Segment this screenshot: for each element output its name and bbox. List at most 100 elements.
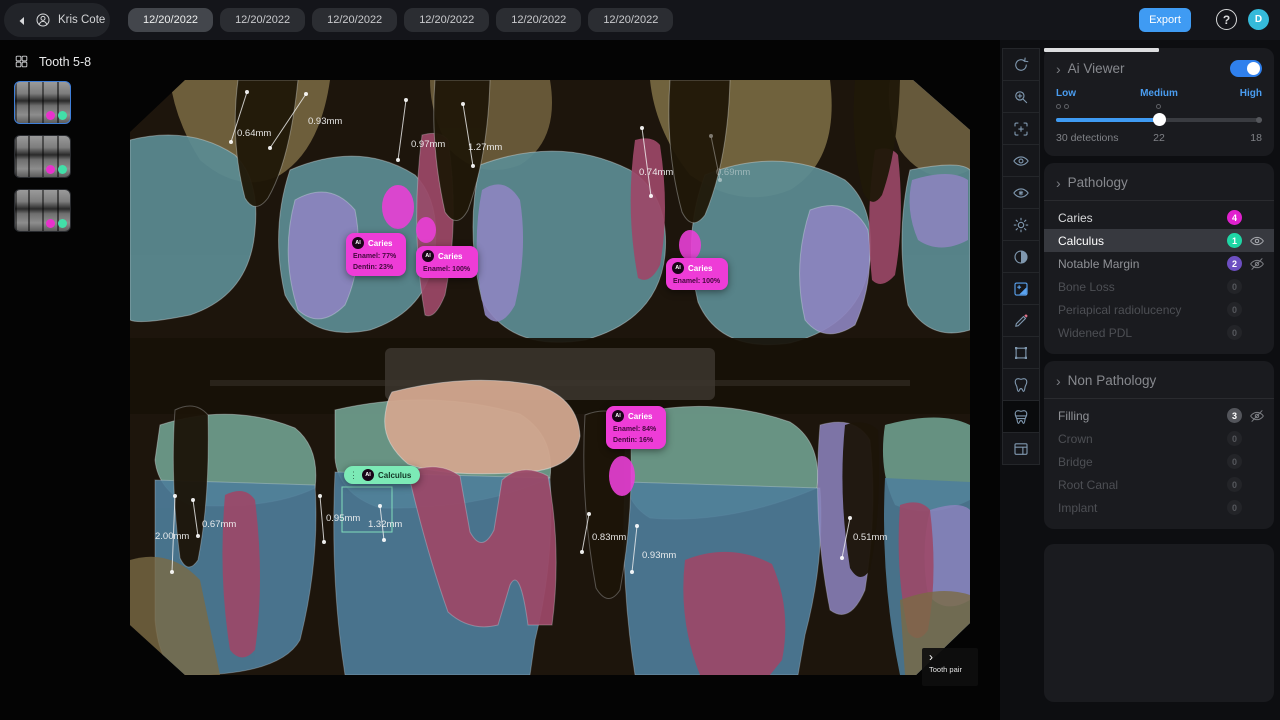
zoom-in-tool-button[interactable] bbox=[1002, 80, 1040, 113]
fit-expand-tool-button[interactable] bbox=[1002, 112, 1040, 145]
non-pathology-row-implant[interactable]: Implant0 bbox=[1044, 496, 1274, 519]
sensitivity-levels: LowMediumHigh bbox=[1056, 88, 1262, 109]
slider-track[interactable] bbox=[1056, 118, 1262, 122]
pathology-row-widened-pdl[interactable]: Widened PDL0 bbox=[1044, 321, 1274, 344]
drag-handle-icon[interactable]: ⋮ bbox=[349, 471, 358, 480]
svg-text:0.74mm: 0.74mm bbox=[639, 167, 673, 178]
detection-detail: Enamel: 84% bbox=[612, 426, 658, 433]
count-badge: 0 bbox=[1227, 325, 1242, 340]
detection-label-caries[interactable]: AICariesEnamel: 100% bbox=[416, 246, 478, 278]
visibility-off-icon[interactable] bbox=[1249, 256, 1266, 271]
calculus-dot-indicator bbox=[58, 165, 67, 174]
pathology-row-calculus[interactable]: Calculus1 bbox=[1044, 229, 1274, 252]
exposure-tool-button[interactable] bbox=[1002, 272, 1040, 305]
visibility-on-icon[interactable] bbox=[1249, 233, 1266, 248]
detection-label-caries[interactable]: AICariesEnamel: 84%Dentin: 16% bbox=[606, 406, 666, 449]
detection-label-calculus[interactable]: ⋮AICalculus bbox=[344, 466, 420, 484]
svg-text:0.83mm: 0.83mm bbox=[592, 532, 626, 543]
detection-label-caries[interactable]: AICariesEnamel: 77%Dentin: 23% bbox=[346, 233, 406, 276]
sensitivity-slider[interactable] bbox=[1056, 118, 1262, 122]
grid-layout-icon[interactable] bbox=[14, 54, 29, 69]
level-low[interactable]: Low bbox=[1056, 88, 1125, 109]
non-pathology-title: Non Pathology bbox=[1068, 373, 1262, 388]
non-pathology-label: Root Canal bbox=[1058, 478, 1227, 492]
level-dot bbox=[1056, 104, 1061, 109]
rotate-tool-button[interactable] bbox=[1002, 48, 1040, 81]
right-zone: › Ai Viewer LowMediumHigh 30 detections2… bbox=[1000, 40, 1280, 720]
ai-viewer-header[interactable]: › Ai Viewer bbox=[1056, 60, 1262, 77]
xray-image[interactable]: 0.64mm0.93mm0.97mm1.27mm0.74mm0.69mm2.00… bbox=[130, 80, 970, 675]
detection-label-caries[interactable]: AICariesEnamel: 100% bbox=[666, 258, 728, 290]
xray-viewport[interactable]: 0.64mm0.93mm0.97mm1.27mm0.74mm0.69mm2.00… bbox=[130, 80, 970, 675]
caries-dot-indicator bbox=[46, 219, 55, 228]
pathology-label: Calculus bbox=[1058, 234, 1227, 248]
caries-dot-indicator bbox=[46, 111, 55, 120]
detection-kind: Caries bbox=[368, 239, 392, 248]
level-medium[interactable]: Medium bbox=[1125, 88, 1194, 109]
bounding-box-tool-button[interactable] bbox=[1002, 336, 1040, 369]
brightness-tool-button[interactable] bbox=[1002, 208, 1040, 241]
non-pathology-row-crown[interactable]: Crown0 bbox=[1044, 427, 1274, 450]
pathology-row-bone-loss[interactable]: Bone Loss0 bbox=[1044, 275, 1274, 298]
detection-count-0: 30 detections bbox=[1056, 132, 1125, 144]
chevron-right-icon: › bbox=[1056, 374, 1061, 388]
date-tab[interactable]: 12/20/2022 bbox=[404, 8, 489, 32]
eye-tool-button[interactable] bbox=[1002, 144, 1040, 177]
ai-chip: AI bbox=[352, 237, 364, 249]
divider bbox=[1044, 398, 1274, 399]
svg-text:0.69mm: 0.69mm bbox=[716, 167, 750, 178]
visibility-off-icon[interactable] bbox=[1249, 408, 1266, 423]
level-high[interactable]: High bbox=[1193, 88, 1262, 109]
contrast-tool-button[interactable] bbox=[1002, 240, 1040, 273]
chevron-right-icon: › bbox=[1056, 176, 1061, 190]
back-icon[interactable] bbox=[16, 14, 28, 26]
detection-kind: Caries bbox=[688, 264, 712, 273]
annotate-tool-button[interactable] bbox=[1002, 304, 1040, 337]
date-tab[interactable]: 12/20/2022 bbox=[312, 8, 397, 32]
export-button[interactable]: Export bbox=[1139, 8, 1191, 32]
date-tab[interactable]: 12/20/2022 bbox=[220, 8, 305, 32]
pathology-header[interactable]: › Pathology bbox=[1044, 175, 1274, 190]
xray-thumbnail[interactable] bbox=[14, 189, 71, 232]
tooth-pair-label: Tooth pair bbox=[929, 665, 971, 674]
non-pathology-header[interactable]: › Non Pathology bbox=[1044, 373, 1274, 388]
pathology-card: › Pathology Caries4Calculus1Notable Marg… bbox=[1044, 163, 1274, 354]
svg-text:1.27mm: 1.27mm bbox=[468, 142, 502, 153]
tooth-layers-tool-button[interactable] bbox=[1002, 400, 1040, 433]
layout-tool-button[interactable] bbox=[1002, 432, 1040, 465]
detection-head: AICaries bbox=[612, 410, 658, 422]
pathology-row-caries[interactable]: Caries4 bbox=[1044, 206, 1274, 229]
detection-count-2: 18 bbox=[1193, 132, 1262, 144]
count-badge: 1 bbox=[1227, 233, 1242, 248]
pathology-row-periapical-radiolucency[interactable]: Periapical radiolucency0 bbox=[1044, 298, 1274, 321]
non-pathology-row-filling[interactable]: Filling3 bbox=[1044, 404, 1274, 427]
fit-expand-icon bbox=[1012, 120, 1030, 138]
non-pathology-row-bridge[interactable]: Bridge0 bbox=[1044, 450, 1274, 473]
eye-detection-tool-button[interactable] bbox=[1002, 176, 1040, 209]
tooth-pair-button[interactable]: › Tooth pair bbox=[922, 648, 978, 686]
slider-fill bbox=[1056, 118, 1159, 122]
patient-name: Kris Cote bbox=[58, 14, 105, 26]
count-badge: 0 bbox=[1227, 302, 1242, 317]
pathology-label: Caries bbox=[1058, 211, 1227, 225]
caries-dot-indicator bbox=[46, 165, 55, 174]
tooth-tool-button[interactable] bbox=[1002, 368, 1040, 401]
tooth-range-title: Tooth 5-8 bbox=[39, 55, 91, 69]
date-tab[interactable]: 12/20/2022 bbox=[588, 8, 673, 32]
patient-pill[interactable]: Kris Cote bbox=[4, 3, 110, 37]
ai-viewer-card: › Ai Viewer LowMediumHigh 30 detections2… bbox=[1044, 48, 1274, 156]
ai-viewer-toggle[interactable] bbox=[1230, 60, 1262, 77]
count-badge: 3 bbox=[1227, 408, 1242, 423]
xray-thumbnail[interactable] bbox=[14, 81, 71, 124]
count-badge: 0 bbox=[1227, 431, 1242, 446]
xray-thumbnail[interactable] bbox=[14, 135, 71, 178]
pathology-row-notable-margin[interactable]: Notable Margin2 bbox=[1044, 252, 1274, 275]
help-button[interactable]: ? bbox=[1216, 9, 1237, 30]
non-pathology-card: › Non Pathology Filling3Crown0Bridge0Roo… bbox=[1044, 361, 1274, 529]
non-pathology-row-root-canal[interactable]: Root Canal0 bbox=[1044, 473, 1274, 496]
date-tab[interactable]: 12/20/2022 bbox=[128, 8, 213, 32]
level-dot bbox=[1044, 48, 1159, 52]
slider-thumb[interactable] bbox=[1153, 113, 1166, 126]
date-tab[interactable]: 12/20/2022 bbox=[496, 8, 581, 32]
user-avatar[interactable]: D bbox=[1248, 9, 1269, 30]
